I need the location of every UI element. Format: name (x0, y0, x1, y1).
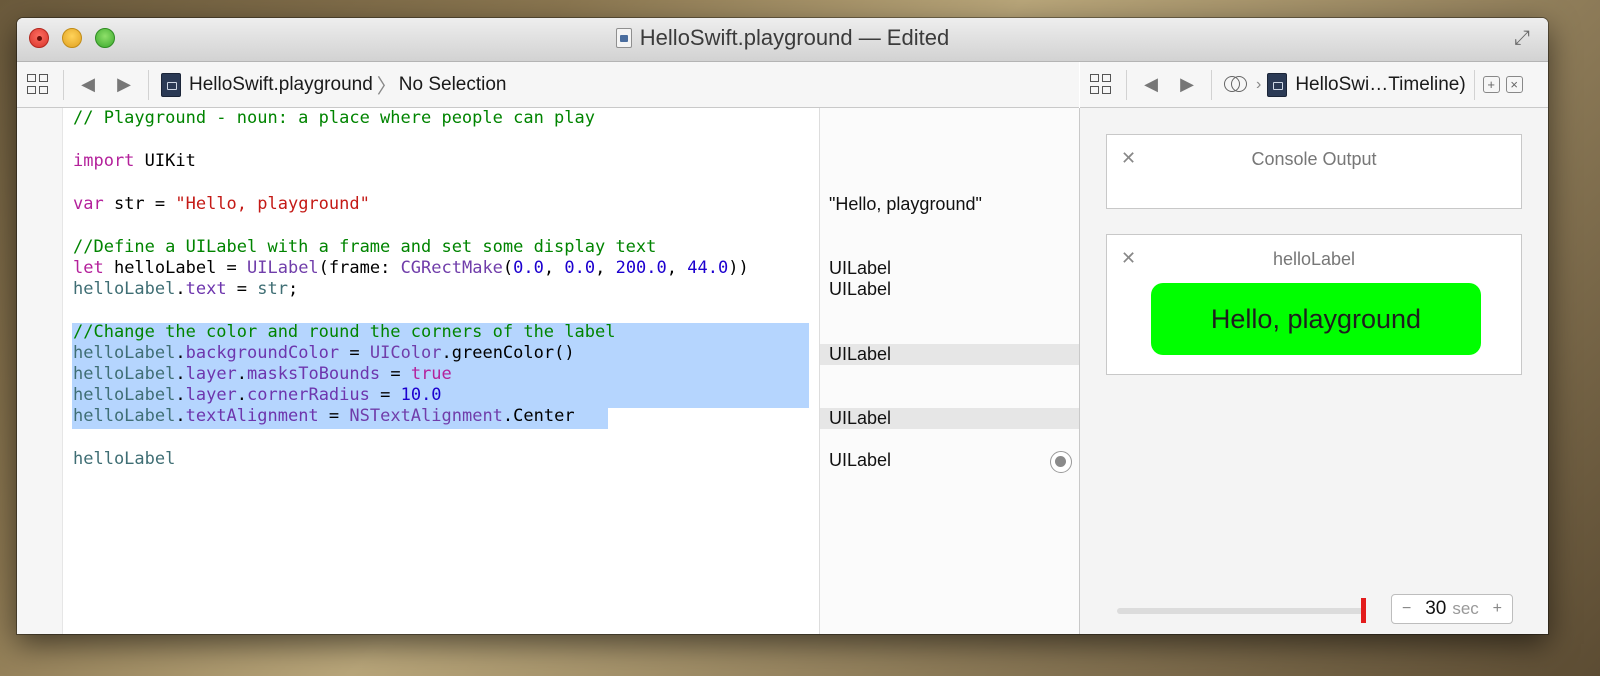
toolbar-divider (1126, 69, 1127, 100)
playground-doc-icon (1267, 72, 1288, 97)
timeline-slider-track[interactable] (1117, 608, 1365, 614)
toolbar-divider (1211, 69, 1212, 100)
forward-arrow-icon: ▶ (1180, 74, 1194, 94)
code-line: //Change the color and round the corners… (73, 322, 616, 342)
title-bar: HelloSwift.playground — Edited ⤢ (17, 18, 1548, 62)
results-divider (819, 108, 820, 634)
duration-value: 30 (1425, 598, 1447, 619)
code-line: helloLabel.text = str; (73, 279, 299, 299)
playground-doc-icon (161, 72, 181, 97)
breadcrumb: HelloSwift.playground 〉 No Selection (161, 70, 507, 99)
code-editor[interactable]: // Playground - noun: a place where peop… (17, 108, 1079, 634)
code-line: helloLabel.textAlignment = NSTextAlignme… (73, 406, 575, 426)
code-line: helloLabel.layer.cornerRadius = 10.0 (73, 385, 442, 405)
assistant-jump-bar: ◀ ▶ › HelloSwi…Timeline) + × (1080, 62, 1548, 108)
increment-button[interactable]: + (1493, 600, 1502, 618)
assistant-mode-button[interactable] (1218, 70, 1254, 100)
breadcrumb-separator: › (1256, 75, 1262, 93)
assistant-breadcrumb: HelloSwi…Timeline) (1267, 72, 1466, 97)
assistant-related-items-button[interactable] (1084, 70, 1120, 100)
related-items-icon (27, 73, 51, 96)
toolbar-divider (148, 69, 149, 100)
line-gutter (17, 108, 63, 634)
code-line: helloLabel.layer.masksToBounds = true (73, 364, 452, 384)
back-arrow-icon: ◀ (1144, 74, 1158, 94)
decrement-button[interactable]: − (1402, 600, 1411, 618)
label-preview: Hello, playground (1151, 283, 1481, 355)
code-line: helloLabel (73, 449, 176, 469)
result-value: UILabel (829, 344, 892, 364)
results-sidebar (820, 108, 1079, 634)
result-value: UILabel (829, 408, 892, 428)
duration-display: 30 sec (1425, 598, 1479, 620)
back-arrow-icon: ◀ (81, 74, 95, 94)
editor-jump-bar: ◀ ▶ HelloSwift.playground 〉 No Selection (17, 62, 1079, 108)
assistant-venn-icon (1223, 75, 1249, 95)
playground-window: HelloSwift.playground — Edited ⤢ ◀ ▶ Hel… (17, 18, 1548, 634)
result-value: UILabel (829, 279, 892, 299)
result-value: UILabel (829, 258, 892, 278)
breadcrumb-selection[interactable]: No Selection (399, 74, 507, 96)
playground-file-icon (615, 28, 632, 48)
related-items-icon (1090, 73, 1114, 96)
result-value: UILabel (829, 450, 892, 470)
assistant-back-button[interactable]: ◀ (1133, 70, 1169, 100)
panel-title: helloLabel (1272, 249, 1356, 269)
window-title: HelloSwift.playground — Edited (639, 25, 950, 50)
value-history-toggle-icon[interactable] (1050, 451, 1072, 473)
breadcrumb-separator: 〉 (376, 76, 397, 98)
assistant-breadcrumb-file[interactable]: HelloSwi…Timeline) (1295, 74, 1465, 96)
window-title-area: HelloSwift.playground — Edited (17, 18, 1548, 58)
add-editor-icon[interactable]: + (1482, 76, 1500, 93)
duration-unit: sec (1452, 599, 1479, 618)
timeline-duration-stepper: − 30 sec + (1391, 594, 1513, 624)
panel-title: Console Output (1251, 149, 1377, 169)
code-line: var str = "Hello, playground" (73, 194, 370, 214)
close-editor-icon[interactable]: × (1505, 76, 1523, 93)
assistant-forward-button[interactable]: ▶ (1169, 70, 1205, 100)
fullscreen-icon[interactable]: ⤢ (1510, 26, 1534, 50)
timeline-slider-thumb[interactable] (1361, 598, 1366, 623)
related-items-button[interactable] (21, 70, 57, 100)
timeline-assistant: ✕ Console Output ✕ helloLabel Hello, pla… (1079, 108, 1548, 634)
code-line: //Define a UILabel with a frame and set … (73, 237, 657, 257)
code-line: import UIKit (73, 151, 196, 171)
code-line: let helloLabel = UILabel(frame: CGRectMa… (73, 258, 749, 278)
toolbar-divider (1473, 69, 1475, 100)
code-line: helloLabel.backgroundColor = UIColor.gre… (73, 343, 575, 363)
forward-button[interactable]: ▶ (106, 70, 142, 100)
back-button[interactable]: ◀ (70, 70, 106, 100)
toolbar-divider (63, 69, 64, 100)
code-line: // Playground - noun: a place where peop… (73, 108, 595, 128)
hello-label-panel: ✕ helloLabel Hello, playground (1106, 234, 1522, 375)
result-value: "Hello, playground" (829, 194, 982, 214)
breadcrumb-file[interactable]: HelloSwift.playground (189, 74, 373, 96)
forward-arrow-icon: ▶ (117, 74, 131, 94)
console-output-panel: ✕ Console Output (1106, 134, 1522, 209)
